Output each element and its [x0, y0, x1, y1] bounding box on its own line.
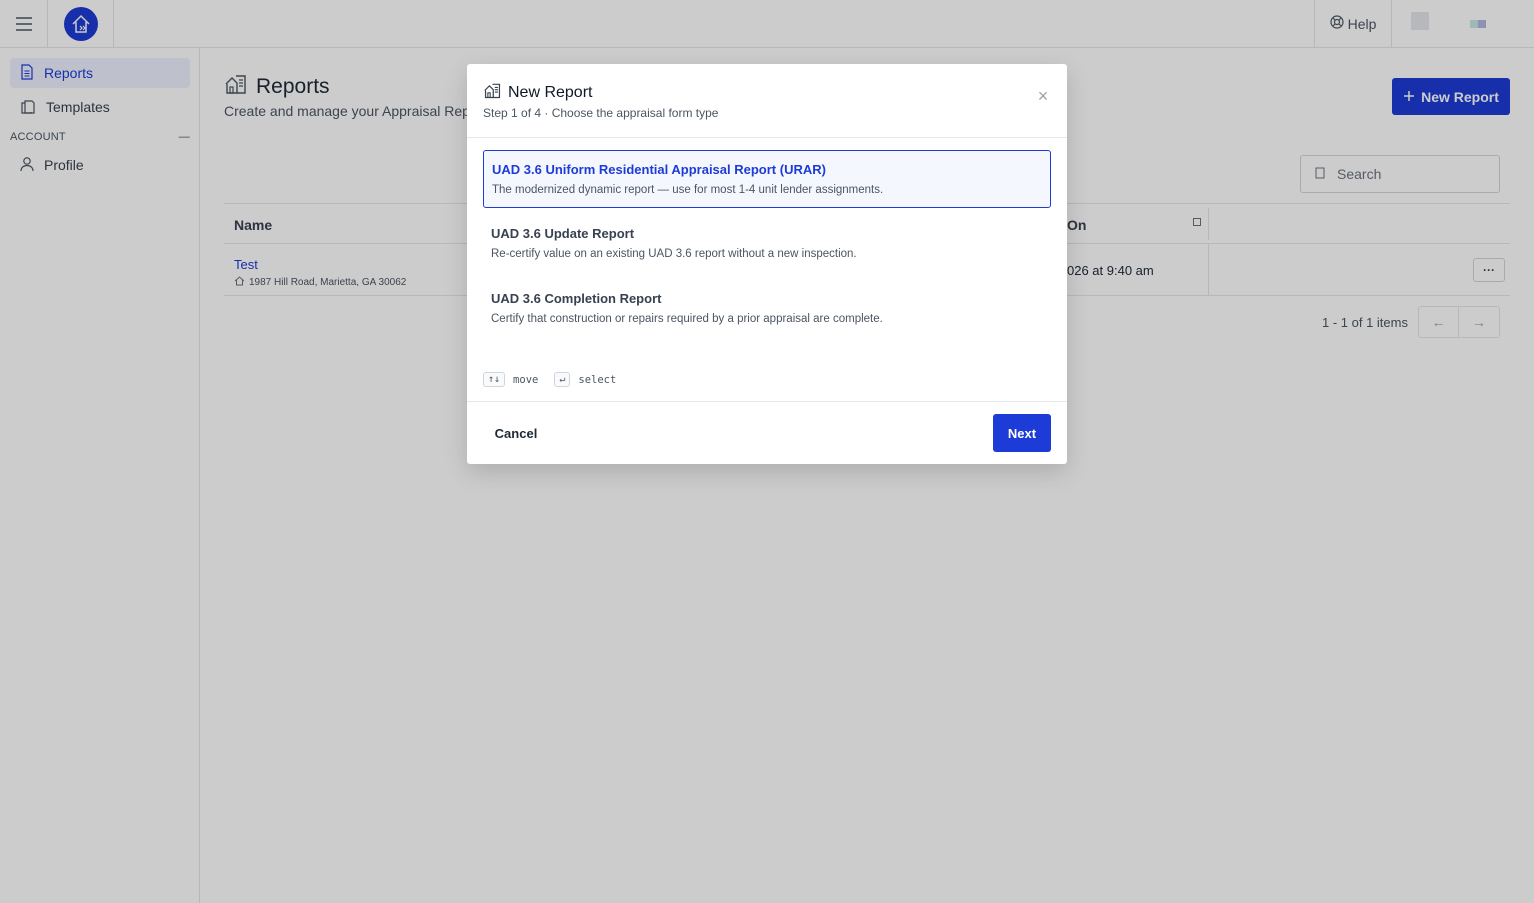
option-description: Re-certify value on an existing UAD 3.6 …: [491, 248, 857, 260]
form-option-completion[interactable]: UAD 3.6 Completion Report Certify that c…: [483, 280, 1051, 338]
next-button[interactable]: Next: [993, 414, 1051, 452]
house-document-icon: [483, 82, 502, 104]
dialog-header: New Report Step 1 of 4 · Choose the appr…: [467, 64, 1067, 138]
form-option-urar[interactable]: UAD 3.6 Uniform Residential Appraisal Re…: [483, 150, 1051, 208]
option-title: UAD 3.6 Update Report: [491, 226, 635, 241]
option-title: UAD 3.6 Completion Report: [491, 291, 662, 306]
dialog-step: Step 1 of 4 · Choose the appraisal form …: [483, 106, 719, 120]
select-hint-label: select: [578, 373, 617, 386]
close-icon[interactable]: ×: [1033, 86, 1053, 106]
enter-key-hint: ↵: [554, 372, 571, 387]
option-description: The modernized dynamic report — use for …: [492, 184, 884, 196]
arrow-keys-hint: ↑↓: [483, 372, 506, 387]
dialog-footer: Cancel Next: [467, 401, 1067, 464]
keyboard-hints: ↑↓ move ↵ select: [483, 372, 616, 387]
option-title: UAD 3.6 Uniform Residential Appraisal Re…: [492, 162, 826, 177]
dialog-title: New Report: [483, 82, 592, 104]
cancel-button[interactable]: Cancel: [483, 414, 549, 452]
move-hint-label: move: [513, 373, 539, 386]
new-report-dialog: New Report Step 1 of 4 · Choose the appr…: [467, 64, 1067, 464]
option-description: Certify that construction or repairs req…: [491, 313, 883, 325]
form-option-update[interactable]: UAD 3.6 Update Report Re-certify value o…: [483, 215, 1051, 273]
dialog-title-text: New Report: [508, 84, 593, 101]
